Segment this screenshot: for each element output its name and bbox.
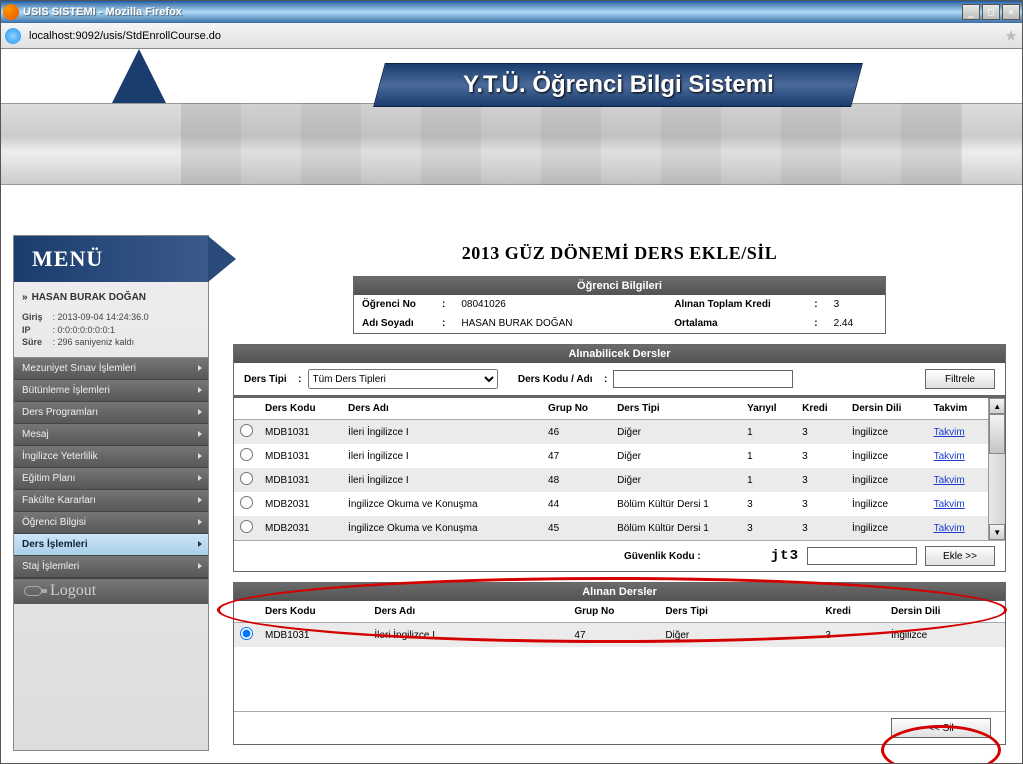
chevron-right-icon — [198, 563, 202, 569]
table-row: MDB1031 İleri İngilizce I 47 Diğer 3 İng… — [234, 623, 1005, 648]
available-scrollbar[interactable]: ▲ ▼ — [988, 398, 1005, 540]
chevron-right-icon — [198, 387, 202, 393]
page-content: Y.T.Ü. Öğrenci Bilgi Sistemi Y T Ü MENÜ … — [1, 49, 1022, 763]
course-type-dropdown[interactable]: Tüm Ders Tipleri — [308, 369, 498, 389]
banner-image-strip — [181, 103, 962, 185]
calendar-link[interactable]: Takvim — [934, 475, 965, 486]
browser-window: USIS SISTEMI - Mozilla Firefox _ □ ✕ Y.T… — [0, 0, 1023, 764]
row-radio[interactable] — [240, 472, 253, 485]
row-radio[interactable] — [240, 627, 253, 640]
security-code-input[interactable] — [807, 547, 917, 565]
sidebar-item-8[interactable]: Ders İşlemleri — [14, 534, 208, 556]
key-icon — [24, 586, 42, 596]
url-input[interactable] — [25, 26, 1000, 46]
menu-list: Mezuniyet Sınav İşlemleriBütünleme İşlem… — [14, 357, 208, 578]
taken-header: Alınan Dersler — [234, 583, 1005, 601]
scroll-thumb[interactable] — [989, 414, 1005, 454]
row-radio[interactable] — [240, 424, 253, 437]
window-title: USIS SISTEMI - Mozilla Firefox — [23, 6, 962, 18]
chevron-right-icon — [198, 541, 202, 547]
calendar-link[interactable]: Takvim — [934, 451, 965, 462]
chevron-right-icon — [198, 409, 202, 415]
address-bar — [1, 23, 1022, 49]
globe-icon — [5, 28, 21, 44]
student-info-table: Öğrenci No:08041026 Alınan Toplam Kredi:… — [354, 295, 885, 333]
row-radio[interactable] — [240, 496, 253, 509]
chevron-right-icon — [198, 519, 202, 525]
security-code-display: jt3 — [771, 548, 799, 564]
bookmark-star-icon[interactable] — [1004, 29, 1018, 43]
course-code-input[interactable] — [613, 370, 793, 388]
scroll-down-icon[interactable]: ▼ — [989, 524, 1005, 540]
taken-courses-panel: Alınan Dersler Ders Kodu Ders Adı Grup N… — [233, 582, 1006, 745]
sidebar-item-9[interactable]: Staj İşlemleri — [14, 556, 208, 578]
sidebar: MENÜ » HASAN BURAK DOĞAN Giriş : 2013-09… — [13, 235, 209, 751]
add-button[interactable]: Ekle >> — [925, 546, 995, 566]
row-radio[interactable] — [240, 520, 253, 533]
user-name: HASAN BURAK DOĞAN — [32, 292, 146, 303]
chevron-right-icon — [198, 497, 202, 503]
close-button[interactable]: ✕ — [1002, 4, 1020, 20]
minimize-button[interactable]: _ — [962, 4, 980, 20]
chevron-right-icon — [198, 431, 202, 437]
menu-header: MENÜ — [14, 236, 208, 282]
row-radio[interactable] — [240, 448, 253, 461]
table-row: MDB1031 İleri İngilizce I 48 Diğer 1 3 İ… — [234, 468, 988, 492]
header-banner: Y.T.Ü. Öğrenci Bilgi Sistemi Y T Ü — [1, 49, 1022, 185]
banner-title: Y.T.Ü. Öğrenci Bilgi Sistemi — [463, 71, 774, 99]
sidebar-item-1[interactable]: Bütünleme İşlemleri — [14, 380, 208, 402]
page-title: 2013 GÜZ DÖNEMİ DERS EKLE/SİL — [233, 235, 1006, 276]
table-row: MDB1031 İleri İngilizce I 46 Diğer 1 3 İ… — [234, 420, 988, 445]
chevron-right-icon — [198, 365, 202, 371]
maximize-button[interactable]: □ — [982, 4, 1000, 20]
student-info-header: Öğrenci Bilgileri — [354, 277, 885, 295]
user-name-row: » HASAN BURAK DOĞAN — [14, 282, 208, 309]
menu-arrow-icon — [208, 236, 236, 282]
menu-label: MENÜ — [32, 246, 103, 272]
add-row: Güvenlik Kodu : jt3 Ekle >> — [234, 540, 1005, 571]
taken-courses-table: Ders Kodu Ders Adı Grup No Ders Tipi Kre… — [234, 601, 1005, 647]
session-info: Giriş : 2013-09-04 14:24:36.0 IP : 0:0:0… — [14, 309, 208, 357]
calendar-link[interactable]: Takvim — [934, 523, 965, 534]
delete-button[interactable]: << Sil — [891, 718, 991, 738]
table-row: MDB2031 İngilizce Okuma ve Konuşma 45 Bö… — [234, 516, 988, 540]
filter-row: Ders Tipi : Tüm Ders Tipleri Ders Kodu /… — [234, 363, 1005, 398]
sidebar-item-3[interactable]: Mesaj — [14, 424, 208, 446]
sidebar-item-0[interactable]: Mezuniyet Sınav İşlemleri — [14, 358, 208, 380]
sidebar-item-6[interactable]: Fakülte Kararları — [14, 490, 208, 512]
available-courses-table: Ders Kodu Ders Adı Grup No Ders Tipi Yar… — [234, 398, 988, 540]
firefox-icon — [3, 4, 19, 20]
student-info-panel: Öğrenci Bilgileri Öğrenci No:08041026 Al… — [353, 276, 886, 334]
scroll-up-icon[interactable]: ▲ — [989, 398, 1005, 414]
sidebar-item-2[interactable]: Ders Programları — [14, 402, 208, 424]
sidebar-item-4[interactable]: İngilizce Yeterlilik — [14, 446, 208, 468]
sidebar-item-5[interactable]: Eğitim Planı — [14, 468, 208, 490]
chevron-right-icon — [198, 453, 202, 459]
sidebar-item-7[interactable]: Öğrenci Bilgisi — [14, 512, 208, 534]
available-header: Alınabilicek Dersler — [234, 345, 1005, 363]
table-row: MDB2031 İngilizce Okuma ve Konuşma 44 Bö… — [234, 492, 988, 516]
logout-button[interactable]: Logout — [14, 578, 208, 604]
delete-row: << Sil — [234, 711, 1005, 744]
banner-title-box: Y.T.Ü. Öğrenci Bilgi Sistemi — [373, 63, 863, 107]
calendar-link[interactable]: Takvim — [934, 499, 965, 510]
available-courses-panel: Alınabilicek Dersler Ders Tipi : Tüm Der… — [233, 344, 1006, 572]
table-row: MDB1031 İleri İngilizce I 47 Diğer 1 3 İ… — [234, 444, 988, 468]
titlebar: USIS SISTEMI - Mozilla Firefox _ □ ✕ — [1, 1, 1022, 23]
page-body: 2013 GÜZ DÖNEMİ DERS EKLE/SİL Öğrenci Bi… — [209, 235, 1022, 751]
chevron-right-icon — [198, 475, 202, 481]
calendar-link[interactable]: Takvim — [934, 427, 965, 438]
filter-button[interactable]: Filtrele — [925, 369, 995, 389]
